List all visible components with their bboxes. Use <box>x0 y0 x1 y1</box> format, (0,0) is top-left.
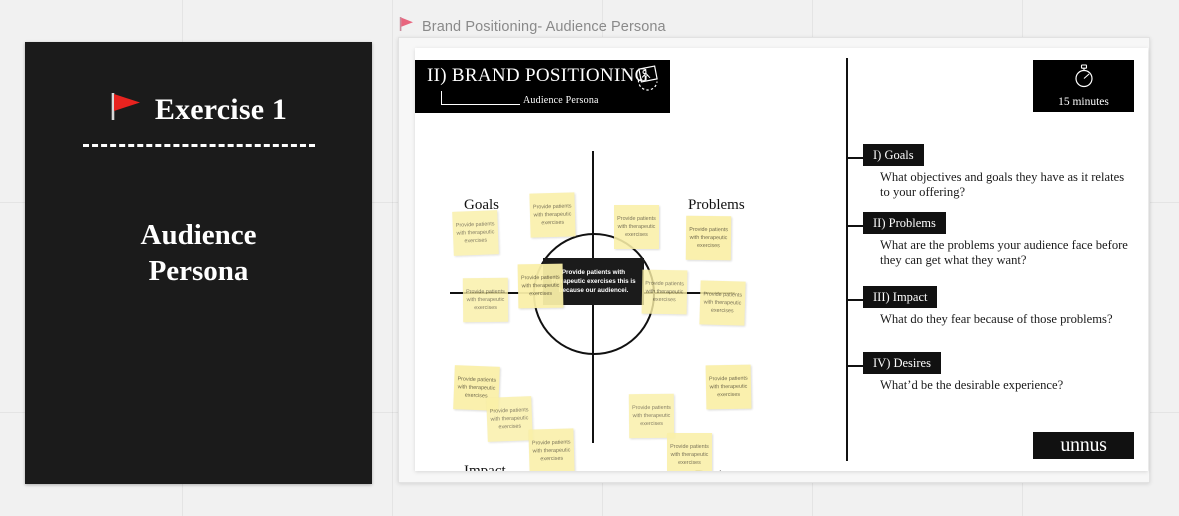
breadcrumb-label: Brand Positioning- Audience Persona <box>422 18 666 35</box>
sticky-note[interactable]: Provide patients with therapeutic exerci… <box>641 269 688 315</box>
dashed-divider <box>82 144 315 147</box>
question-text: What’d be the desirable experience? <box>880 378 1064 392</box>
question-text: What do they fear because of those probl… <box>880 312 1113 326</box>
exercise-card[interactable]: Exercise 1 Audience Persona <box>25 42 372 484</box>
sticky-note[interactable]: Provide patients with therapeutic exerci… <box>699 280 746 326</box>
question-connector-tick <box>846 225 863 227</box>
sticky-note[interactable]: Provide patients with therapeutic exerci… <box>486 396 533 442</box>
question-chip: III) Impact <box>863 286 938 308</box>
question-text: What objectives and goals they have as i… <box>880 170 1125 199</box>
sticky-note[interactable]: Provide patients with therapeutic exerci… <box>517 263 564 309</box>
breadcrumb[interactable]: Brand Positioning- Audience Persona <box>399 16 666 37</box>
audience-persona-quadrant-map[interactable]: Provide patients with therapeutic exerci… <box>435 133 845 471</box>
board-title: II) BRAND POSITIONING <box>427 65 649 86</box>
question-chip: IV) Desires <box>863 352 941 374</box>
board-title-block: II) BRAND POSITIONING Audience Persona <box>415 60 670 113</box>
board-subtitle: Audience Persona <box>523 95 599 106</box>
sticky-note[interactable]: Provide patients with therapeutic exerci… <box>685 215 732 261</box>
board-card[interactable]: II) BRAND POSITIONING Audience Persona 1… <box>415 48 1148 471</box>
sticky-note[interactable]: Provide patients with therapeutic exerci… <box>462 277 509 323</box>
rail-vertical-line <box>846 58 848 461</box>
sticky-note[interactable]: Provide patients with therapeutic exerci… <box>452 210 499 256</box>
question-connector-tick <box>846 157 863 159</box>
question-chip: II) Problems <box>863 212 946 234</box>
sticky-note[interactable]: Provide patients with therapeutic exerci… <box>667 433 712 471</box>
red-flag-icon <box>110 92 142 127</box>
sticky-note[interactable]: Provide patients with therapeutic exerci… <box>614 205 659 249</box>
exercise-subtitle: Audience Persona <box>140 219 257 288</box>
exercise-card-heading: Exercise 1 <box>110 92 287 127</box>
red-flag-icon <box>399 16 414 37</box>
question-connector-tick <box>846 299 863 301</box>
exercise-title: Exercise 1 <box>154 92 288 126</box>
sticky-note[interactable]: Provide patients with therapeutic exerci… <box>628 393 675 439</box>
questions-rail: I) Goals What objectives and goals they h… <box>846 58 1146 461</box>
question-text: What are the problems your audience face… <box>880 238 1128 267</box>
rotate-image-icon <box>633 63 663 98</box>
sticky-note[interactable]: Provide patients with therapeutic exerci… <box>705 364 752 410</box>
sticky-note[interactable]: Provide patients with therapeutic exerci… <box>529 192 576 238</box>
quadrant-label-problems: Problems <box>688 197 745 213</box>
unnus-logo: unnus <box>1033 432 1134 459</box>
question-connector-tick <box>846 365 863 367</box>
quadrant-label-impact: Impact <box>464 463 506 471</box>
sticky-note[interactable]: Provide patients with therapeutic exerci… <box>528 428 575 471</box>
title-elbow-rule <box>441 91 520 105</box>
question-chip: I) Goals <box>863 144 924 166</box>
